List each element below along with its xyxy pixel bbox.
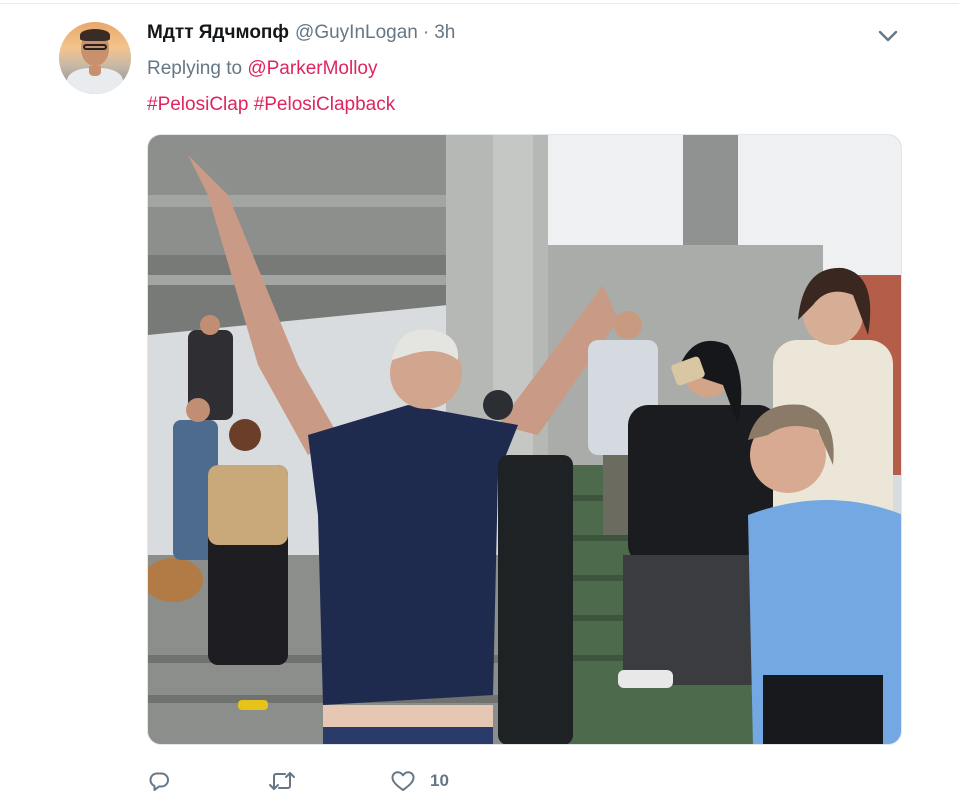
tweet-timestamp[interactable]: 3h <box>434 22 455 44</box>
author-name[interactable]: Мдтт Ядчмопф <box>147 22 289 44</box>
avatar[interactable] <box>59 22 131 94</box>
replying-to-label: Replying to <box>147 58 243 79</box>
avatar-glasses <box>83 44 107 50</box>
tweet-text: #PelosiClap #PelosiClapback <box>147 94 395 116</box>
hashtag-link[interactable]: #PelosiClapback <box>254 94 396 115</box>
more-options-button[interactable] <box>876 28 900 44</box>
replying-to-mention[interactable]: @ParkerMolloy <box>247 58 377 79</box>
chevron-down-icon <box>878 30 898 42</box>
tweet-header: Мдтт Ядчмопф @GuyInLogan · 3h <box>147 22 455 46</box>
replying-to-line: Replying to @ParkerMolloy <box>147 58 378 80</box>
avatar-hair <box>80 29 110 41</box>
retweet-button[interactable] <box>267 766 297 796</box>
tweet-photo[interactable] <box>147 134 902 745</box>
tweet-actions: 10 <box>147 766 647 796</box>
tweet[interactable]: Мдтт Ядчмопф @GuyInLogan · 3h Replying t… <box>0 0 959 806</box>
reply-icon <box>149 772 169 791</box>
heart-icon <box>391 771 415 791</box>
author-handle[interactable]: @GuyInLogan <box>295 22 418 44</box>
like-button[interactable]: 10 <box>390 766 449 796</box>
like-count: 10 <box>430 771 449 790</box>
photo-illustration <box>148 135 901 744</box>
header-separator: · <box>422 22 430 43</box>
retweet-icon <box>269 772 295 790</box>
hashtag-link[interactable]: #PelosiClap <box>147 94 248 115</box>
avatar-neck <box>89 66 101 76</box>
reply-button[interactable] <box>147 766 171 796</box>
